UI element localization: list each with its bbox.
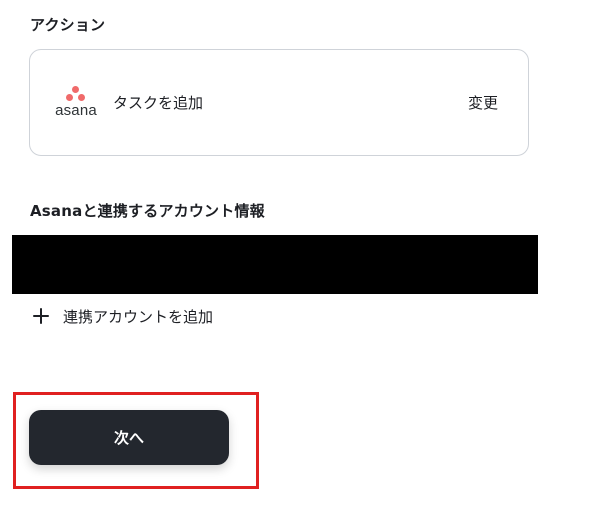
add-account-label: 連携アカウントを追加 (63, 307, 214, 326)
asana-logo-icon: asana (50, 86, 102, 122)
add-account-button[interactable]: 連携アカウントを追加 (33, 304, 213, 328)
account-select-redacted[interactable] (12, 235, 538, 294)
account-section-title: Asanaと連携するアカウント情報 (30, 202, 265, 220)
next-button[interactable]: 次へ (29, 410, 229, 465)
change-action-button[interactable]: 変更 (468, 92, 498, 113)
plus-icon (33, 308, 49, 324)
action-label: タスクを追加 (113, 94, 204, 112)
action-section-title: アクション (30, 16, 106, 34)
action-card: asana タスクを追加 変更 (29, 49, 529, 156)
asana-wordmark: asana (55, 102, 97, 119)
